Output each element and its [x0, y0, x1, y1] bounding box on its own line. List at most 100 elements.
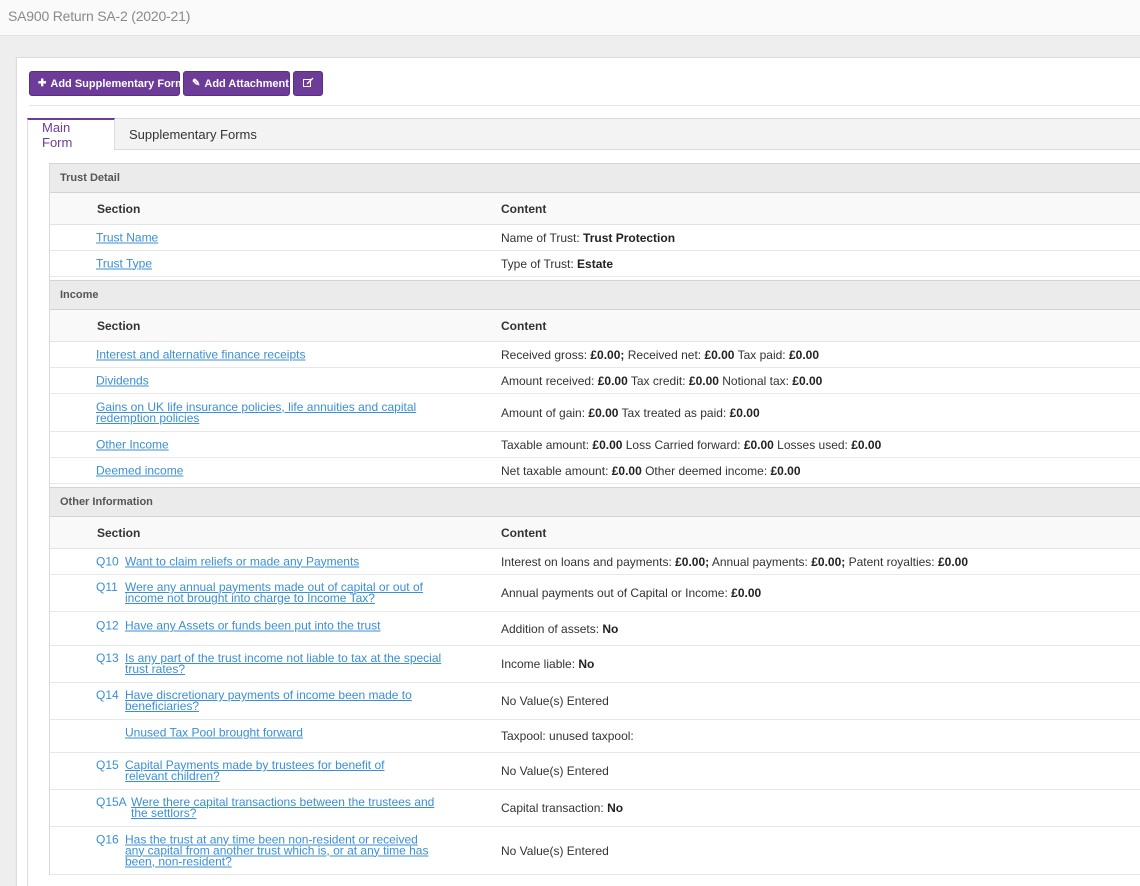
dividends-link[interactable]: Dividends [96, 374, 456, 386]
table-row: Gains on UK life insurance policies, lif… [50, 394, 1140, 432]
content-label: Name of Trust: [501, 230, 584, 245]
tab-main-form[interactable]: Main Form [27, 118, 115, 151]
row-content-cell: Interest on loans and payments: £0.00; A… [501, 555, 968, 569]
content-value: No [607, 801, 624, 815]
question-number: Q13 [96, 651, 119, 665]
content-label: Other deemed income: [641, 463, 771, 478]
q16-link[interactable]: Has the trust at any time been non-resid… [125, 833, 437, 867]
add-attachment-label: Add Attachment [204, 77, 289, 90]
column-header-content: Content [501, 526, 547, 540]
column-header-section: Section [97, 319, 141, 333]
row-section-cell: Q16 Has the trust at any time been non-r… [96, 833, 456, 867]
tab-supplementary-forms[interactable]: Supplementary Forms [115, 118, 271, 151]
content-label: Amount received: [501, 373, 598, 388]
content-value: £0.00 [592, 437, 623, 452]
row-content-cell: Income liable: No [501, 657, 594, 671]
row-content-cell: No Value(s) Entered [501, 844, 609, 858]
question-number: Q12 [96, 618, 119, 633]
q12-link[interactable]: Have any Assets or funds been put into t… [125, 620, 456, 632]
row-content-cell: Type of Trust: Estate [501, 257, 613, 271]
q13-link[interactable]: Is any part of the trust income not liab… [125, 652, 445, 675]
content-label: Losses used: [773, 437, 852, 452]
row-section-cell: Q15 Capital Payments made by trustees fo… [96, 759, 456, 782]
table-row: Q15A Were there capital transactions bet… [50, 790, 1140, 827]
trust-type-link[interactable]: Trust Type [96, 257, 456, 269]
q11-link[interactable]: Were any annual payments made out of cap… [125, 581, 425, 604]
table-row: Q13 Is any part of the trust income not … [50, 646, 1140, 683]
content-value: £0.00 [729, 405, 760, 420]
column-header-section: Section [97, 202, 141, 216]
deemed-income-link[interactable]: Deemed income [96, 464, 456, 476]
content-label: Amount of gain: [501, 405, 589, 420]
q15-link[interactable]: Capital Payments made by trustees for be… [125, 759, 430, 782]
table-row: Q15 Capital Payments made by trustees fo… [50, 753, 1140, 790]
form-grid: Trust Detail Section Content Trust Name … [49, 163, 1140, 875]
other-income-link[interactable]: Other Income [96, 438, 456, 450]
table-row: Q11 Were any annual payments made out of… [50, 575, 1140, 612]
row-content-cell: Amount received: £0.00 Tax credit: £0.00… [501, 374, 822, 388]
row-content-cell: No Value(s) Entered [501, 694, 609, 708]
content-label: Tax treated as paid: [618, 405, 730, 420]
trust-name-link[interactable]: Trust Name [96, 231, 456, 243]
row-content-cell: Amount of gain: £0.00 Tax treated as pai… [501, 406, 760, 420]
row-section-cell: Interest and alternative finance receipt… [96, 348, 456, 360]
page-title: SA900 Return SA-2 (2020-21) [8, 8, 191, 24]
row-section-cell: Gains on UK life insurance policies, lif… [96, 401, 426, 424]
content-label: Addition of assets: [501, 621, 603, 636]
row-section-cell: Q13 Is any part of the trust income not … [96, 651, 456, 675]
add-supplementary-form-button[interactable]: ✚ Add Supplementary Form [29, 71, 185, 96]
toolbar: ✚ Add Supplementary Form ✎ Add Attachmen… [29, 71, 323, 96]
row-content-cell: Name of Trust: Trust Protection [501, 231, 675, 245]
content-value: £0.00 [611, 463, 642, 478]
content-value: £0.00; [590, 347, 625, 362]
table-row: Other Income Taxable amount: £0.00 Loss … [50, 432, 1140, 458]
column-header-row: Section Content [50, 310, 1140, 342]
content-value: £0.00 [688, 373, 719, 388]
q14-link[interactable]: Have discretionary payments of income be… [125, 689, 420, 712]
content-label: Annual payments: [709, 554, 812, 569]
content-value: £0.00; [675, 554, 710, 569]
section-header-other-information: Other Information [50, 487, 1140, 517]
content-label: Tax credit: [627, 373, 689, 388]
add-attachment-button[interactable]: ✎ Add Attachment [183, 71, 290, 96]
content-value: £0.00 [731, 586, 762, 600]
content-value: £0.00; [811, 554, 846, 569]
table-row: Q10 Want to claim reliefs or made any Pa… [50, 549, 1140, 575]
section-header-income: Income [50, 280, 1140, 310]
content-label: Net taxable amount: [501, 463, 612, 478]
content-value: No [602, 621, 619, 636]
content-label: Interest on loans and payments: [501, 554, 676, 569]
q10-link[interactable]: Want to claim reliefs or made any Paymen… [125, 555, 456, 567]
row-content-cell: Capital transaction: No [501, 801, 623, 815]
table-row: Trust Type Type of Trust: Estate [50, 251, 1140, 277]
tab-bar: Main Form Supplementary Forms [27, 118, 1140, 151]
unused-tax-pool-link[interactable]: Unused Tax Pool brought forward [125, 727, 456, 739]
content-label: Received net: [624, 347, 705, 362]
life-insurance-gains-link[interactable]: Gains on UK life insurance policies, lif… [96, 401, 426, 424]
edit-button[interactable] [293, 71, 323, 96]
content-value: Estate [577, 256, 614, 271]
row-section-cell: Q15A Were there capital transactions bet… [96, 796, 456, 819]
content-label: Capital transaction: [501, 801, 608, 815]
content-value: £0.00 [704, 347, 735, 362]
table-row: Deemed income Net taxable amount: £0.00 … [50, 458, 1140, 484]
content-label: Patent royalties: [845, 554, 938, 569]
content-label: No Value(s) Entered [501, 764, 609, 778]
row-content-cell: No Value(s) Entered [501, 764, 609, 778]
content-value: £0.00 [792, 373, 823, 388]
content-label: Annual payments out of Capital or Income… [501, 586, 732, 600]
q15a-link[interactable]: Were there capital transactions between … [131, 796, 453, 819]
content-label: Taxpool: unused taxpool: [501, 729, 634, 743]
column-header-section: Section [97, 526, 141, 540]
content-label: Notional tax: [718, 373, 793, 388]
content-label: Type of Trust: [501, 256, 578, 271]
content-value: £0.00 [770, 463, 801, 478]
row-section-cell: Other Income [96, 438, 456, 450]
edit-icon [302, 77, 314, 90]
content-label: No Value(s) Entered [501, 843, 609, 858]
row-content-cell: Taxable amount: £0.00 Loss Carried forwa… [501, 438, 881, 452]
table-row: Q16 Has the trust at any time been non-r… [50, 827, 1140, 875]
interest-receipts-link[interactable]: Interest and alternative finance receipt… [96, 348, 456, 360]
question-number: Q10 [96, 554, 119, 568]
content-value: £0.00 [788, 347, 819, 362]
